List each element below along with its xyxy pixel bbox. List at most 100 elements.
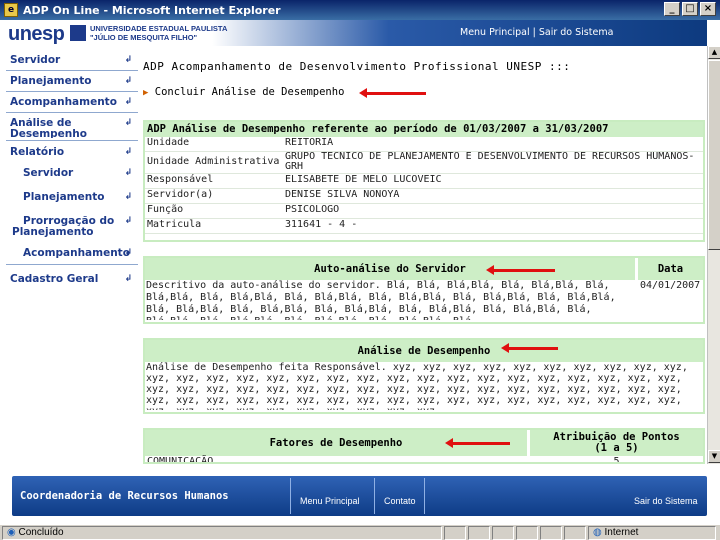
footer-menu-link[interactable]: Menu Principal [300, 496, 360, 506]
page-done-icon: ◉ [7, 527, 16, 538]
info-value: ELISABETE DE MELO LUCOVEIC [285, 174, 442, 185]
window-title: ADP On Line - Microsoft Internet Explore… [23, 3, 281, 17]
minimize-button[interactable]: _ [664, 2, 680, 16]
sidebar-subitem-prorrogacao[interactable]: Prorrogação do Planejamento ↲ [12, 216, 138, 240]
status-segment [468, 526, 490, 540]
status-zone: ◍ Internet [588, 526, 716, 540]
fatores-points-header-line2: (1 a 5) [594, 442, 639, 454]
unesp-logo: unesp [8, 23, 65, 45]
info-row: Servidor(a) DENISE SILVA NONOYA [145, 189, 703, 204]
autoanalise-panel: Auto-análise do Servidor Data Descritivo… [143, 256, 705, 324]
analise-header: Análise de Desempenho [145, 340, 703, 362]
sidebar-item-acompanhamento[interactable]: Acompanhamento ↲ [10, 97, 138, 108]
top-nav-menu-link[interactable]: Menu Principal [460, 27, 530, 38]
arrow-icon: ↲ [124, 248, 132, 258]
sidebar-divider [6, 70, 138, 71]
status-segment [492, 526, 514, 540]
footer-bar: Coordenadoria de Recursos Humanos Menu P… [12, 476, 707, 516]
info-value: REITORIA [285, 137, 334, 148]
top-nav-separator: | [532, 27, 536, 38]
arrow-icon: ↲ [124, 97, 132, 107]
footer-contato-link[interactable]: Contato [384, 496, 416, 506]
arrow-icon: ↲ [124, 76, 132, 86]
maximize-button[interactable]: □ [682, 2, 698, 16]
sidebar-item-planejamento[interactable]: Planejamento ↲ [10, 76, 138, 87]
sidebar-item-analise[interactable]: Análise de Desempenho ↲ [10, 118, 138, 138]
info-panel: ADP Análise de Desempenho referente ao p… [143, 120, 705, 242]
autoanalise-date: 04/01/2007 [640, 280, 701, 291]
info-key: Função [147, 204, 184, 215]
sidebar-item-label: Análise de Desempenho [10, 118, 87, 138]
status-zone-text: Internet [604, 527, 639, 538]
fatores-row-label: COMUNICAÇÃO [147, 456, 214, 464]
sidebar-item-label: Servidor [23, 167, 74, 179]
info-row: Responsável ELISABETE DE MELO LUCOVEIC [145, 174, 703, 189]
red-annotation-arrow-icon [359, 88, 426, 98]
autoanalise-header-row: Auto-análise do Servidor Data [145, 258, 703, 280]
ie-app-icon: e [4, 3, 18, 17]
period-header: ADP Análise de Desempenho referente ao p… [145, 122, 703, 137]
sidebar-item-label: Cadastro Geral [10, 274, 99, 285]
autoanalise-header: Auto-análise do Servidor [145, 258, 638, 280]
autoanalise-text: Descritivo da auto-análise do servidor. … [146, 280, 616, 320]
sidebar-item-label: Planejamento [10, 75, 92, 87]
autoanalise-body: Descritivo da auto-análise do servidor. … [145, 280, 703, 320]
university-name: UNIVERSIDADE ESTADUAL PAULISTA "JÚLIO DE… [90, 24, 227, 42]
sidebar: Servidor ↲ Planejamento ↲ Acompanhamento… [0, 46, 140, 286]
autoanalise-date-header: Data [638, 258, 703, 280]
footer-divider [374, 478, 375, 514]
top-nav: Menu Principal | Sair do Sistema [460, 27, 613, 38]
red-annotation-arrow-icon [445, 438, 510, 448]
info-key: Servidor(a) [147, 189, 214, 200]
university-name-line2: "JÚLIO DE MESQUITA FILHO" [90, 33, 198, 42]
arrow-icon: ↲ [124, 192, 132, 202]
page-subtitle-text: Concluir Análise de Desempenho [154, 86, 345, 98]
status-segment [564, 526, 586, 540]
scroll-down-icon[interactable]: ▼ [708, 450, 720, 463]
sidebar-subitem-acompanhamento[interactable]: Acompanhamento ↲ [23, 248, 138, 259]
info-value: GRUPO TÉCNICO DE PLANEJAMENTO E DESENVOL… [285, 152, 695, 172]
footer-divider [424, 478, 425, 514]
red-annotation-arrow-icon [486, 265, 555, 275]
scroll-thumb[interactable] [708, 60, 720, 250]
fatores-header-row: Fatores de Desempenho Atribuição de Pont… [145, 430, 703, 456]
arrow-icon: ↲ [124, 274, 132, 284]
footer-title: Coordenadoria de Recursos Humanos [20, 490, 229, 502]
sidebar-item-label: Relatório [10, 146, 65, 158]
arrow-icon: ↲ [124, 147, 132, 157]
fatores-panel: Fatores de Desempenho Atribuição de Pont… [143, 428, 705, 464]
info-key: Matricula [147, 219, 202, 230]
sidebar-item-label: Acompanhamento [10, 96, 117, 108]
sidebar-item-servidor[interactable]: Servidor ↲ [10, 55, 138, 66]
sidebar-subitem-servidor[interactable]: Servidor ↲ [23, 168, 138, 179]
sidebar-item-cadastro[interactable]: Cadastro Geral ↲ [10, 274, 138, 285]
arrow-icon: ↲ [124, 118, 132, 128]
arrow-icon: ↲ [124, 168, 132, 178]
scroll-up-icon[interactable]: ▲ [708, 46, 720, 59]
red-annotation-arrow-icon [501, 343, 558, 353]
close-button[interactable]: × [700, 2, 716, 16]
footer-exit-link[interactable]: Sair do Sistema [634, 496, 698, 506]
analise-panel: Análise de Desempenho Análise de Desempe… [143, 338, 705, 414]
top-nav-exit-link[interactable]: Sair do Sistema [539, 27, 614, 38]
vertical-scrollbar[interactable]: ▲ ▼ [707, 46, 720, 464]
fatores-row: COMUNICAÇÃO 5 [145, 456, 703, 464]
sidebar-item-label: Acompanhamento [23, 247, 130, 259]
status-bar: ◉ Concluído ◍ Internet [0, 524, 720, 540]
info-row: Função PSICOLOGO [145, 204, 703, 219]
sidebar-item-relatorio[interactable]: Relatório ↲ [10, 147, 138, 158]
status-main: ◉ Concluído [2, 526, 442, 540]
info-value: DENISE SILVA NONOYA [285, 189, 400, 200]
info-key: Unidade [147, 137, 190, 148]
info-row: Unidade Administrativa GRUPO TÉCNICO DE P… [145, 152, 703, 174]
university-name-line1: UNIVERSIDADE ESTADUAL PAULISTA [90, 24, 228, 33]
info-value: PSICOLOGO [285, 204, 340, 215]
unesp-logo-mark [70, 25, 86, 41]
window-titlebar: e ADP On Line - Microsoft Internet Explo… [0, 0, 720, 20]
footer-divider [290, 478, 291, 514]
info-row: Matricula 311641 - 4 - [145, 219, 703, 234]
status-segment [516, 526, 538, 540]
sidebar-subitem-planejamento[interactable]: Planejamento ↲ [23, 192, 138, 203]
sidebar-item-label: Prorrogação do Planejamento [12, 216, 115, 238]
triangle-bullet-icon: ▶ [143, 88, 149, 98]
